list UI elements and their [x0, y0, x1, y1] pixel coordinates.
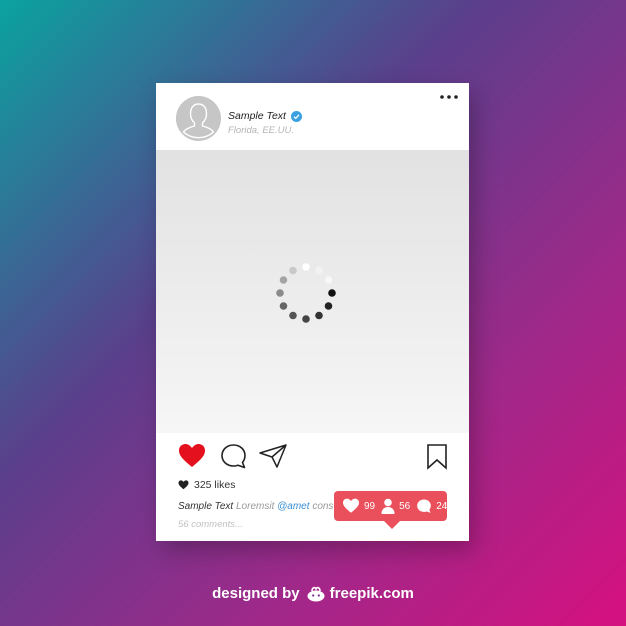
- comment-bubble-icon: [417, 499, 432, 513]
- likes-count[interactable]: 325 likes: [194, 479, 235, 491]
- heart-icon: [343, 498, 359, 513]
- caption-text-rest: cons: [312, 501, 334, 512]
- user-icon: [381, 498, 395, 514]
- heart-icon[interactable]: [178, 443, 206, 469]
- post-actions: [156, 443, 469, 473]
- post-header: Sample Text Florida, EE.UU.: [156, 83, 469, 150]
- username[interactable]: Sample Text: [228, 110, 286, 122]
- avatar[interactable]: [176, 96, 221, 141]
- attribution: designed by freepik.com: [0, 585, 626, 602]
- post-image[interactable]: [156, 150, 469, 433]
- post-card: Sample Text Florida, EE.UU. 325 likes Sa…: [156, 83, 469, 541]
- attribution-prefix: designed by: [212, 585, 300, 602]
- caption-username[interactable]: Sample Text: [178, 501, 233, 512]
- activity-notification[interactable]: 99 56 24: [334, 491, 447, 529]
- notification-likes: 99: [342, 498, 375, 514]
- more-dots-icon[interactable]: [439, 93, 459, 101]
- notification-comments-count: 24: [436, 500, 448, 512]
- user-silhouette-icon: [176, 96, 221, 141]
- location[interactable]: Florida, EE.UU.: [228, 125, 294, 136]
- caption-mention[interactable]: @amet: [277, 501, 309, 512]
- username-row: Sample Text: [228, 110, 302, 122]
- small-heart-icon: [178, 480, 189, 490]
- comment-bubble-icon[interactable]: [220, 443, 247, 469]
- notification-followers-count: 56: [399, 500, 411, 512]
- notification-comments: 24: [416, 498, 447, 514]
- loading-spinner-icon: [276, 263, 336, 323]
- view-comments-link[interactable]: 56 comments...: [178, 519, 243, 530]
- freepik-logo-icon: [307, 586, 325, 601]
- bookmark-icon[interactable]: [426, 443, 448, 470]
- notification-followers: 56: [381, 498, 410, 514]
- verified-badge-icon: [290, 110, 302, 122]
- paper-plane-icon[interactable]: [258, 443, 288, 469]
- notification-likes-count: 99: [364, 500, 376, 512]
- caption-text: Loremsit: [236, 501, 275, 512]
- attribution-brand[interactable]: freepik.com: [330, 585, 414, 602]
- likes-row: 325 likes: [178, 479, 235, 491]
